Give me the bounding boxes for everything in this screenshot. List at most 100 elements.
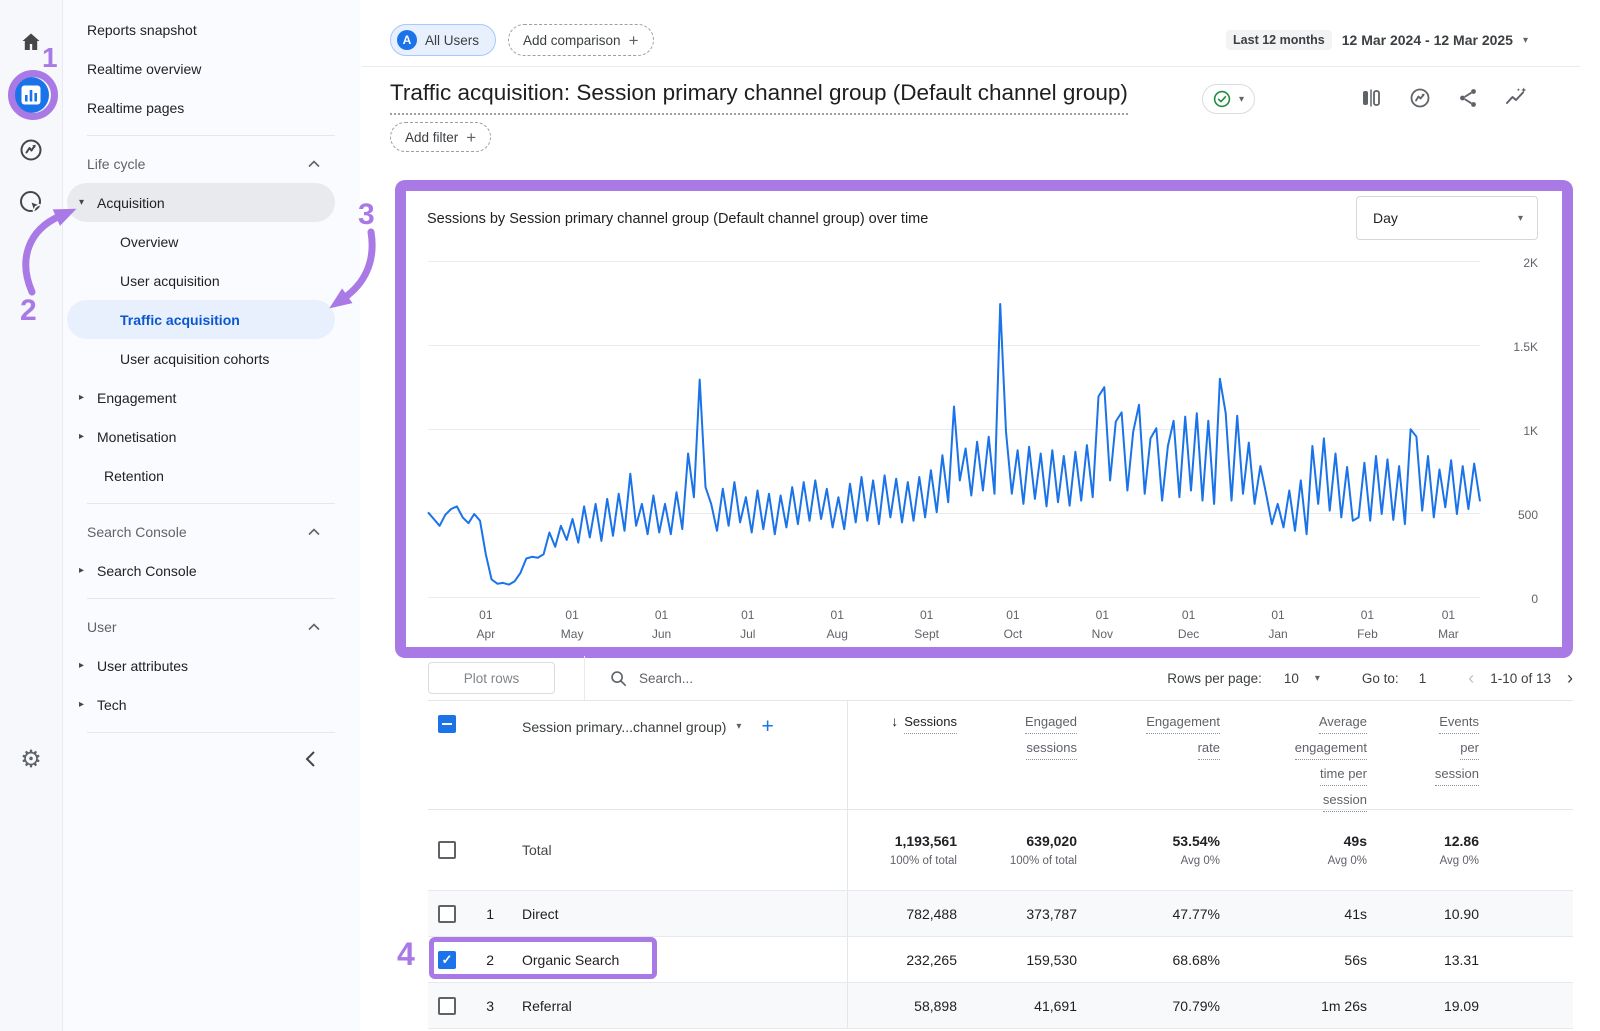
expand-caret-icon[interactable]: ▸ — [79, 699, 97, 710]
add-dimension-icon[interactable]: + — [761, 716, 773, 737]
y-axis-label: 2K — [1488, 256, 1538, 270]
expand-caret-icon[interactable]: ▸ — [79, 392, 97, 403]
goto-label: Go to: — [1362, 671, 1399, 686]
rows-per-page-value[interactable]: 10 — [1284, 671, 1299, 686]
sidebar-section-life-cycle[interactable]: Life cycle — [67, 144, 335, 183]
x-axis-label: 01Jun — [652, 606, 671, 643]
y-axis-label: 0 — [1488, 592, 1538, 606]
home-icon[interactable] — [0, 30, 62, 54]
chevron-down-icon: ▾ — [1518, 213, 1523, 224]
expand-caret-icon[interactable]: ▸ — [79, 660, 97, 671]
sidebar-item-reports-snapshot[interactable]: Reports snapshot — [67, 10, 335, 49]
table-row-direct[interactable]: 1Direct782,488373,78747.77%41s10.90 — [428, 891, 1573, 937]
table-search — [609, 669, 871, 687]
previous-page-icon: ‹ — [1468, 668, 1474, 689]
x-axis-label: 01May — [561, 606, 584, 643]
chevron-down-icon[interactable]: ▾ — [1315, 673, 1320, 684]
row-spacer — [1479, 983, 1573, 1028]
nav-divider — [87, 503, 335, 504]
sidebar-item-realtime-overview[interactable]: Realtime overview — [67, 49, 335, 88]
metric-value: 12.86 — [1367, 833, 1479, 849]
next-page-icon[interactable]: › — [1567, 668, 1573, 689]
date-range-picker[interactable]: Last 12 months 12 Mar 2024 - 12 Mar 2025… — [1226, 30, 1528, 50]
add-filter-button[interactable]: Add filter + — [390, 122, 491, 152]
x-axis-label: 01Jul — [740, 606, 755, 643]
settings-gear-icon[interactable]: ⚙ — [0, 748, 62, 772]
sidebar-item-label: Retention — [104, 468, 164, 484]
column-header-sessions[interactable]: ↓Sessions — [848, 713, 957, 739]
sidebar-item-user-acquisition[interactable]: User acquisition — [67, 261, 335, 300]
sidebar-section-user[interactable]: User — [67, 607, 335, 646]
y-axis-label: 1K — [1488, 424, 1538, 438]
annotation-step-4: 4 — [397, 938, 415, 970]
dimension-cell: 3Referral — [428, 983, 848, 1028]
add-comparison-button[interactable]: Add comparison + — [508, 24, 654, 56]
expand-caret-icon[interactable]: ▸ — [79, 431, 97, 442]
metric-cell: 373,787 — [957, 891, 1077, 936]
sidebar-item-overview[interactable]: Overview — [67, 222, 335, 261]
select-all-checkbox[interactable] — [438, 715, 456, 733]
sidebar-item-engagement[interactable]: ▸Engagement — [67, 378, 335, 417]
nav-divider — [87, 135, 335, 136]
sidebar-item-acquisition[interactable]: ▾Acquisition — [67, 183, 335, 222]
x-axis-label: 01Mar — [1438, 606, 1459, 643]
sidebar-item-user-attributes[interactable]: ▸User attributes — [67, 646, 335, 685]
sort-descending-icon: ↓ — [891, 713, 898, 734]
explore-report-icon[interactable] — [1408, 86, 1432, 110]
collapse-nav-button[interactable] — [63, 741, 360, 777]
chevron-down-icon: ▾ — [1239, 94, 1244, 105]
sidebar-item-label: Search Console — [97, 563, 197, 579]
search-input[interactable] — [637, 670, 871, 687]
sidebar-item-monetisation[interactable]: ▸Monetisation — [67, 417, 335, 456]
column-header-events-per-session[interactable]: Eventspersession — [1367, 713, 1479, 791]
sidebar-item-realtime-pages[interactable]: Realtime pages — [67, 88, 335, 127]
x-axis-label: 01Nov — [1092, 606, 1113, 643]
column-header-engaged-sessions[interactable]: Engagedsessions — [957, 713, 1077, 765]
metric-subvalue: Avg 0% — [1077, 855, 1220, 867]
search-icon — [609, 669, 627, 687]
sidebar-section-search-console[interactable]: Search Console — [67, 512, 335, 551]
sidebar-item-user-acquisition-cohorts[interactable]: User acquisition cohorts — [67, 339, 335, 378]
page-title: Traffic acquisition: Session primary cha… — [390, 80, 1128, 115]
row-checkbox[interactable] — [438, 905, 456, 923]
explore-icon[interactable] — [0, 137, 62, 163]
column-header-average-engagement-time-per-session[interactable]: Averageengagementtime persession — [1220, 713, 1367, 817]
insights-icon[interactable] — [1504, 86, 1528, 110]
expand-caret-icon[interactable]: ▸ — [79, 565, 97, 576]
sidebar-item-label: Engagement — [97, 390, 176, 406]
nav-divider — [87, 732, 335, 733]
reports-icon[interactable] — [0, 77, 62, 113]
dimension-header-cell: Session primary...channel group) ▾ + — [428, 701, 848, 809]
report-status-pill[interactable]: ▾ — [1202, 84, 1255, 114]
table-row-organic-search[interactable]: ✓2Organic Search232,265159,53068.68%56s1… — [428, 937, 1573, 983]
granularity-select[interactable]: Day ▾ — [1356, 196, 1538, 240]
expand-caret-icon[interactable]: ▾ — [79, 197, 97, 208]
metric-value: 1,193,561 — [848, 833, 957, 849]
sidebar-item-label: User acquisition — [120, 273, 220, 289]
goto-page-value[interactable]: 1 — [1419, 671, 1427, 686]
sidebar-item-retention[interactable]: Retention — [67, 456, 335, 495]
x-axis-label: 01Aug — [827, 606, 848, 643]
row-checkbox[interactable] — [438, 841, 456, 859]
advertising-icon[interactable] — [0, 189, 62, 215]
all-users-pill[interactable]: A All Users — [390, 24, 496, 56]
table-row-referral[interactable]: 3Referral58,89841,69170.79%1m 26s19.09 — [428, 983, 1573, 1029]
edit-comparison-icon[interactable] — [1360, 86, 1384, 110]
chevron-down-icon[interactable]: ▾ — [736, 721, 741, 732]
sessions-line-series — [428, 262, 1480, 598]
dimension-header-label[interactable]: Session primary...channel group) — [522, 719, 726, 735]
row-checkbox[interactable] — [438, 997, 456, 1015]
sidebar-item-search-console[interactable]: ▸Search Console — [67, 551, 335, 590]
sidebar-item-label: Realtime overview — [87, 61, 201, 77]
metric-subvalue: 100% of total — [957, 855, 1077, 867]
share-icon[interactable] — [1456, 86, 1480, 110]
x-axis-label: 01Feb — [1357, 606, 1378, 643]
sidebar-item-traffic-acquisition[interactable]: Traffic acquisition — [67, 300, 335, 339]
column-header-engagement-rate[interactable]: Engagementrate — [1077, 713, 1220, 765]
page-range: 1-10 of 13 — [1490, 671, 1551, 686]
explore-icon — [18, 137, 44, 163]
controls-divider — [584, 656, 585, 700]
row-checkbox[interactable]: ✓ — [438, 951, 456, 969]
plot-rows-button[interactable]: Plot rows — [428, 662, 555, 694]
sidebar-item-tech[interactable]: ▸Tech — [67, 685, 335, 724]
